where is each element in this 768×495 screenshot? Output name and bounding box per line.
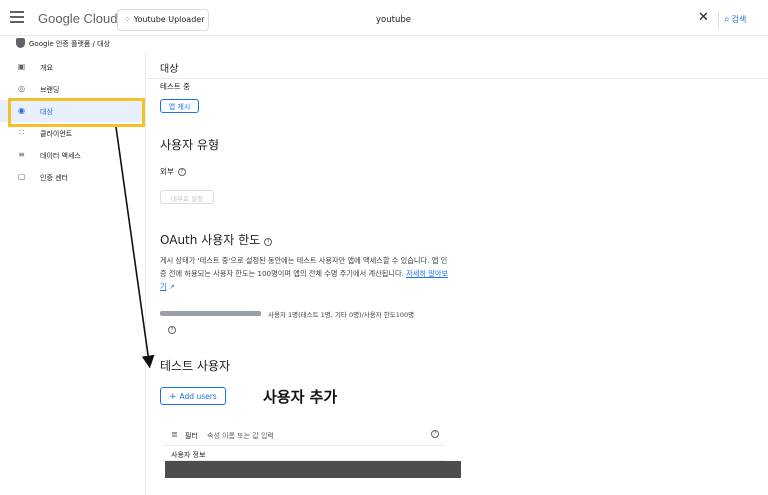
breadcrumb-text[interactable]: Google 인증 플랫폼 / 대상 [29, 40, 110, 48]
sidebar-item-label: 브랜딩 [40, 86, 60, 94]
filter-label: 필터 [185, 432, 198, 440]
make-internal-button[interactable]: 내부로 설정 [160, 190, 214, 204]
add-user-annotation: 사용자 추가 [263, 388, 338, 406]
user-type-heading: 사용자 유형 [160, 138, 220, 152]
shield-icon [16, 38, 25, 48]
data-access-icon: ≡ [18, 150, 25, 159]
user-type-text: 외부 [160, 167, 174, 176]
quota-text: 사용자 1명(테스트 1명, 기타 0명)/사용자 한도100명 [268, 311, 415, 319]
quota-progress-bar [160, 311, 261, 316]
top-bar: Google Cloud ⁘ Youtube Uploader youtube ✕… [0, 0, 768, 36]
oauth-description: 게시 상태가 '테스트 중'으로 설정된 동안에는 테스트 사용자만 앱에 액세… [160, 254, 452, 293]
external-link-icon: ↗ [166, 282, 175, 291]
help-icon[interactable]: ? [177, 168, 186, 176]
plus-icon: + [169, 392, 177, 402]
dashboard-icon: ▣ [17, 62, 26, 71]
add-users-button[interactable]: + Add users [160, 387, 226, 405]
page-title: 대상 [160, 64, 179, 75]
sidebar-item-label: 데이터 액세스 [40, 152, 81, 160]
column-header-user-info[interactable]: 사용자 정보 [163, 447, 445, 461]
quota-progress-fill [160, 311, 261, 316]
quota-help: ? [160, 325, 176, 334]
logo-cloud-text: Cloud [79, 11, 118, 26]
sidebar-item-data-access[interactable]: ≡ 데이터 액세스 [0, 144, 145, 166]
redacted-row [165, 461, 461, 478]
verification-icon: ▢ [17, 172, 26, 181]
help-icon[interactable]: ? [264, 238, 273, 246]
logo-google-text: Google [38, 11, 80, 26]
project-name: Youtube Uploader [133, 15, 205, 24]
user-type-value: 외부? [160, 166, 186, 177]
search-button-label: 검색 [731, 15, 747, 24]
menu-icon[interactable] [10, 11, 24, 23]
search-icon: ⌕ [724, 14, 730, 25]
oauth-heading-text: OAuth 사용자 한도 [160, 233, 261, 247]
sidebar-item-label: 개요 [40, 64, 53, 72]
help-icon[interactable]: ? [168, 326, 176, 334]
sidebar-item-overview[interactable]: ▣ 개요 [0, 56, 145, 78]
main-content: 대상 테스트 중 앱 게시 사용자 유형 외부? 내부로 설정 OAuth 사용… [147, 52, 768, 495]
google-cloud-logo[interactable]: Google Cloud [38, 11, 118, 26]
search-divider [718, 12, 719, 29]
breadcrumb: Google 인증 플랫폼 / 대상 [16, 38, 110, 50]
search-input[interactable]: youtube [366, 9, 718, 31]
filter-bar[interactable]: ≣ 필터 속성 이름 또는 값 입력 ? [163, 424, 445, 446]
project-icon: ⁘ [124, 15, 131, 24]
publish-status: 테스트 중 [160, 82, 190, 91]
sidebar-item-label: 클라이언트 [40, 130, 73, 138]
palette-icon: ◎ [18, 84, 25, 93]
add-users-label: Add users [179, 392, 217, 401]
project-picker-button[interactable]: ⁘ Youtube Uploader [117, 9, 209, 31]
sidebar-item-branding[interactable]: ◎ 브랜딩 [0, 78, 145, 100]
highlight-box [8, 98, 145, 127]
grid-icon: ∷ [18, 128, 25, 137]
filter-input[interactable]: 속성 이름 또는 값 입력 [207, 431, 274, 441]
search-button[interactable]: ⌕ 검색 [724, 14, 746, 25]
title-divider [147, 78, 768, 79]
clear-search-icon[interactable]: ✕ [698, 11, 709, 24]
oauth-heading: OAuth 사용자 한도? [160, 231, 273, 248]
help-icon[interactable]: ? [427, 430, 439, 438]
filter-icon: ≣ [171, 430, 178, 439]
publish-app-button[interactable]: 앱 게시 [160, 99, 199, 113]
test-users-heading: 테스트 사용자 [160, 359, 231, 373]
sidebar-item-label: 인증 센터 [40, 174, 68, 182]
sidebar-item-verification-center[interactable]: ▢ 인증 센터 [0, 166, 145, 188]
oauth-description-text: 게시 상태가 '테스트 중'으로 설정된 동안에는 테스트 사용자만 앱에 액세… [160, 256, 448, 278]
